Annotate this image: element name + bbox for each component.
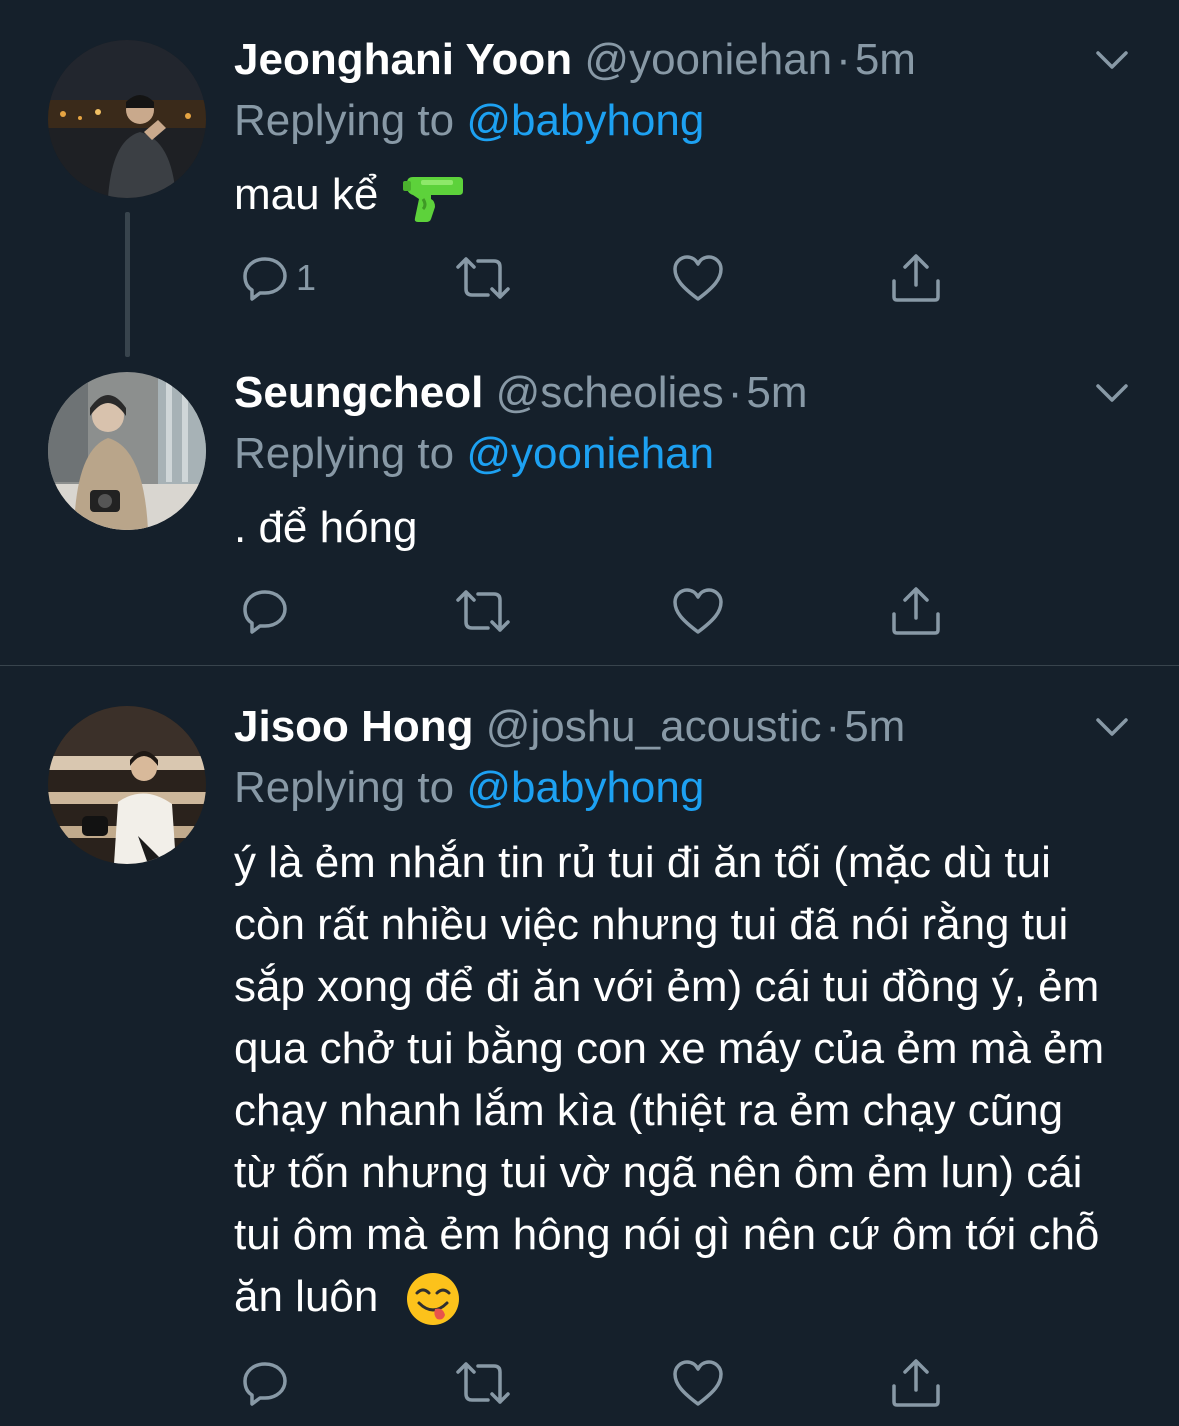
replying-to-mention[interactable]: @yooniehan: [466, 429, 714, 478]
replying-to: Replying to @yooniehan: [234, 428, 714, 480]
share-icon: [892, 254, 940, 302]
tweet-text-content: mau kể: [234, 170, 379, 219]
reply-button[interactable]: [240, 1355, 296, 1411]
timestamp[interactable]: 5m: [844, 702, 905, 751]
retweet-button[interactable]: [454, 250, 512, 306]
timestamp[interactable]: 5m: [746, 368, 807, 417]
tweet-header: Seungcheol @scheolies·5m: [234, 367, 808, 419]
water-pistol-emoji: [402, 177, 463, 223]
replying-to: Replying to @babyhong: [234, 95, 704, 147]
reply-icon: [243, 1362, 287, 1406]
face-savoring-food-emoji: [406, 1273, 459, 1326]
heart-icon: [673, 1360, 723, 1406]
separator-dot: ·: [727, 368, 743, 417]
avatar-jeonghani[interactable]: [48, 40, 206, 198]
reply-button[interactable]: 1: [240, 250, 316, 306]
tweet-text-content: ý là ẻm nhắn tin rủ tui đi ăn tối (mặc d…: [234, 838, 1105, 1321]
avatar-seungcheol[interactable]: [48, 372, 206, 530]
chevron-down-icon[interactable]: [1092, 40, 1132, 80]
heart-icon: [673, 588, 723, 634]
retweet-button[interactable]: [454, 583, 512, 639]
replying-to-label: Replying to: [234, 96, 455, 145]
tweet-actions: 1: [234, 250, 994, 306]
tweet-2[interactable]: Seungcheol @scheolies·5m Replying to @yo…: [0, 360, 1179, 665]
tweet-actions: [234, 1355, 994, 1411]
tweet-header: Jeonghani Yoon @yooniehan·5m: [234, 34, 916, 86]
retweet-icon: [456, 590, 510, 632]
retweet-icon: [456, 1362, 510, 1404]
share-button[interactable]: [890, 1355, 942, 1411]
share-icon: [892, 587, 940, 635]
tweet-header: Jisoo Hong @joshu_acoustic·5m: [234, 701, 905, 753]
tweet-text: ý là ẻm nhắn tin rủ tui đi ăn tối (mặc d…: [234, 832, 1114, 1328]
reply-button[interactable]: [240, 583, 296, 639]
reply-icon: [243, 257, 287, 301]
like-button[interactable]: [672, 1355, 724, 1411]
display-name[interactable]: Jisoo Hong: [234, 702, 474, 751]
share-button[interactable]: [890, 250, 942, 306]
share-button[interactable]: [890, 583, 942, 639]
replying-to-mention[interactable]: @babyhong: [466, 96, 704, 145]
reply-icon: [243, 590, 287, 634]
heart-icon: [673, 255, 723, 301]
like-button[interactable]: [672, 250, 724, 306]
tweet-3[interactable]: Jisoo Hong @joshu_acoustic·5m Replying t…: [0, 666, 1179, 1426]
chevron-down-icon[interactable]: [1092, 707, 1132, 747]
avatar-jisoo[interactable]: [48, 706, 206, 864]
thread-connector-line: [125, 212, 130, 357]
replying-to: Replying to @babyhong: [234, 762, 704, 814]
tweet-text-content: . để hóng: [234, 503, 418, 552]
retweet-button[interactable]: [454, 1355, 512, 1411]
replying-to-mention[interactable]: @babyhong: [466, 763, 704, 812]
separator-dot: ·: [825, 702, 841, 751]
username[interactable]: @yooniehan: [584, 35, 832, 84]
retweet-icon: [456, 257, 510, 299]
replying-to-label: Replying to: [234, 763, 455, 812]
reply-thread: Jeonghani Yoon @yooniehan·5m Replying to…: [0, 0, 1179, 1426]
chevron-down-icon[interactable]: [1092, 373, 1132, 413]
reply-count: 1: [296, 257, 317, 298]
tweet-text: mau kể: [234, 164, 1134, 226]
separator-dot: ·: [836, 35, 851, 84]
username[interactable]: @scheolies: [496, 368, 724, 417]
like-button[interactable]: [672, 583, 724, 639]
tweet-text: . để hóng: [234, 497, 1134, 559]
username[interactable]: @joshu_acoustic: [486, 702, 822, 751]
replying-to-label: Replying to: [234, 429, 455, 478]
display-name[interactable]: Seungcheol: [234, 368, 483, 417]
display-name[interactable]: Jeonghani Yoon: [234, 35, 572, 84]
share-icon: [892, 1359, 940, 1407]
tweet-1[interactable]: Jeonghani Yoon @yooniehan·5m Replying to…: [0, 0, 1179, 360]
tweet-actions: [234, 583, 994, 639]
timestamp[interactable]: 5m: [855, 35, 916, 84]
